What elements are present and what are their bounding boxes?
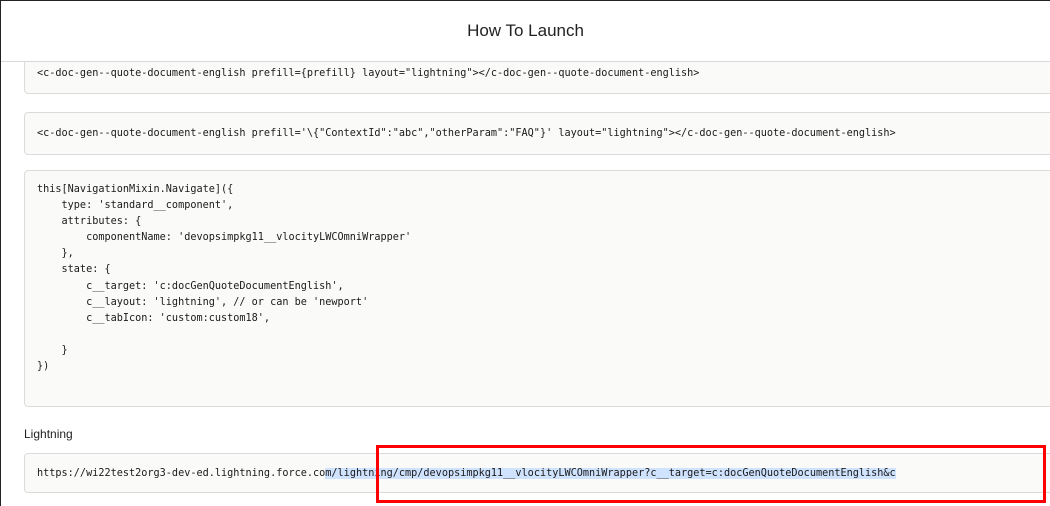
- navigation-code[interactable]: this[NavigationMixin.Navigate]({ type: '…: [37, 182, 411, 375]
- lightning-url-host[interactable]: https://wi22test2org3-dev-ed.lightning.f…: [37, 468, 325, 479]
- lwc-tag-code-block[interactable]: <c-doc-gen--quote-document-english prefi…: [24, 62, 1050, 94]
- lightning-url-block[interactable]: https://wi22test2org3-dev-ed.lightning.f…: [24, 453, 1050, 493]
- lwc-tag-prefill-code-block[interactable]: <c-doc-gen--quote-document-english prefi…: [24, 112, 1050, 155]
- lightning-label: Lightning: [24, 427, 73, 441]
- lwc-tag-code[interactable]: <c-doc-gen--quote-document-english prefi…: [37, 66, 699, 82]
- panel-title: How To Launch: [467, 21, 584, 40]
- lightning-url-selected-path[interactable]: m/lightning/cmp/devopsimpkg11__vlocityLW…: [325, 468, 896, 479]
- navigation-code-block[interactable]: this[NavigationMixin.Navigate]({ type: '…: [24, 170, 1050, 407]
- lightning-url[interactable]: https://wi22test2org3-dev-ed.lightning.f…: [37, 466, 896, 482]
- lwc-tag-prefill-code[interactable]: <c-doc-gen--quote-document-english prefi…: [37, 126, 896, 142]
- panel-header: How To Launch: [1, 1, 1050, 62]
